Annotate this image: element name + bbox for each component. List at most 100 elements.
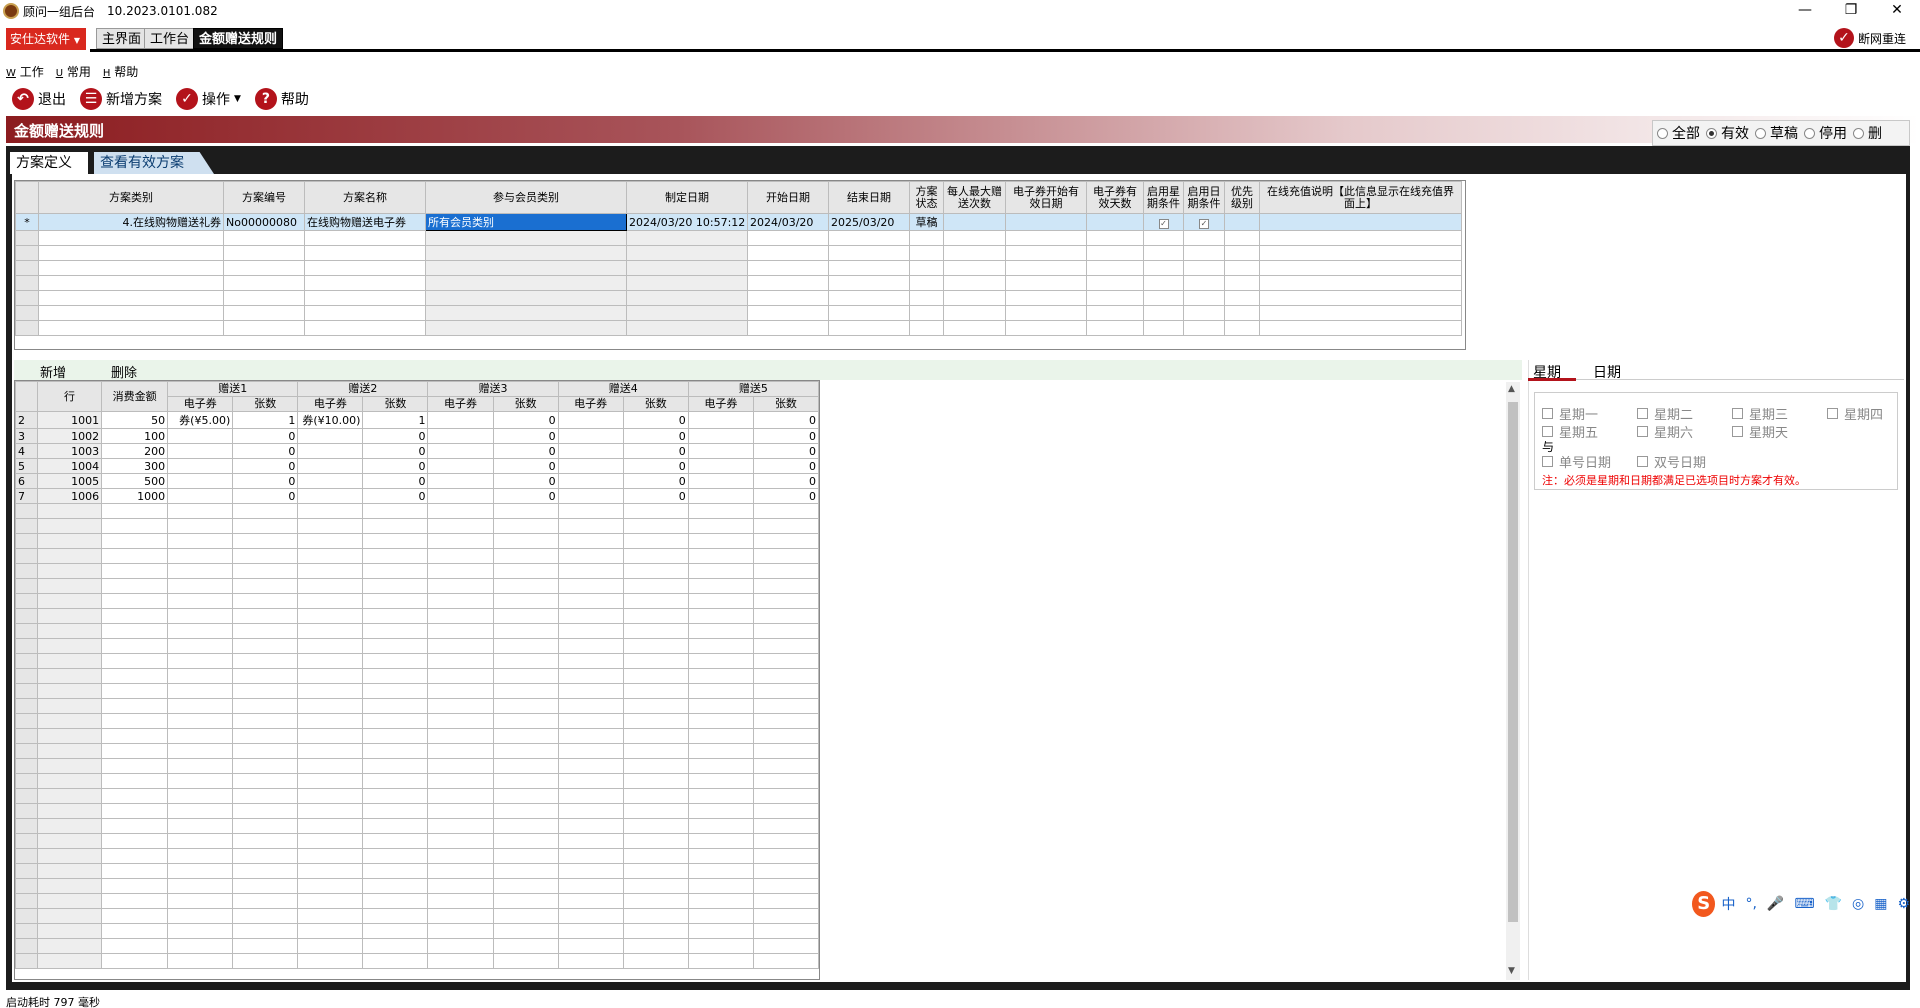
table-row[interactable]: 7 1006 1000 0 0 0 0 0 <box>15 488 819 504</box>
col-coupon[interactable]: 电子券 <box>427 396 494 412</box>
cell-priority[interactable] <box>1224 213 1260 231</box>
checkbox-sunday[interactable]: 星期天 <box>1732 422 1788 441</box>
filter-draft[interactable]: 草稿 <box>1755 123 1798 143</box>
menu-help[interactable]: H 帮助 <box>103 63 138 80</box>
col-end-date[interactable]: 结束日期 <box>828 181 910 214</box>
col-gift-5[interactable]: 赠送5 <box>687 381 819 397</box>
cell-coupon[interactable] <box>427 443 494 459</box>
table-row[interactable]: 4 1003 200 0 0 0 0 0 <box>15 443 819 459</box>
col-count[interactable]: 张数 <box>362 396 429 412</box>
cell-amount[interactable]: 1000 <box>101 488 169 504</box>
cell-count[interactable]: 0 <box>362 443 429 459</box>
skin-icon[interactable]: 👕 <box>1825 896 1842 912</box>
close-button[interactable]: ✕ <box>1874 0 1920 22</box>
cell-coupon[interactable] <box>687 458 754 474</box>
cell-count[interactable]: 0 <box>232 458 299 474</box>
cell-count[interactable]: 0 <box>492 411 559 429</box>
restore-button[interactable]: ❐ <box>1828 0 1874 22</box>
cell-count[interactable]: 0 <box>622 411 689 429</box>
row-index[interactable]: 5 <box>15 458 39 474</box>
col-code[interactable]: 方案编号 <box>223 181 305 214</box>
detail-add-button[interactable]: 新增 <box>40 362 66 381</box>
cell-count[interactable]: 0 <box>362 488 429 504</box>
checkbox-monday[interactable]: 星期一 <box>1542 404 1598 423</box>
cell-name[interactable]: 在线购物赠送电子券 <box>304 213 426 231</box>
table-row[interactable]: 6 1005 500 0 0 0 0 0 <box>15 473 819 489</box>
exit-button[interactable]: ↶ 退出 <box>12 88 66 110</box>
col-amount[interactable]: 消费金额 <box>101 381 169 412</box>
cell-coupon[interactable] <box>427 428 494 444</box>
cell-start-date[interactable]: 2024/03/20 <box>747 213 829 231</box>
cell-coupon[interactable] <box>167 443 234 459</box>
cell-count[interactable]: 0 <box>232 428 299 444</box>
cell-count[interactable]: 0 <box>492 473 559 489</box>
cell-coupon[interactable] <box>557 458 624 474</box>
col-coupon[interactable]: 电子券 <box>297 396 364 412</box>
cell-date-condition[interactable]: ✓ <box>1183 213 1225 231</box>
menu-common[interactable]: U 常用 <box>56 63 91 80</box>
new-plan-button[interactable]: ☰ 新增方案 <box>80 88 162 110</box>
cell-amount[interactable]: 50 <box>101 411 169 429</box>
cell-count[interactable]: 0 <box>752 411 819 429</box>
row-index[interactable]: 7 <box>15 488 39 504</box>
cell-coupon[interactable] <box>297 473 364 489</box>
cell-count[interactable]: 0 <box>622 488 689 504</box>
cell-row[interactable]: 1006 <box>37 488 103 504</box>
cell-count[interactable]: 1 <box>232 411 299 429</box>
checkbox-thursday[interactable]: 星期四 <box>1827 404 1883 423</box>
row-index[interactable]: 6 <box>15 473 39 489</box>
col-gift-4[interactable]: 赠送4 <box>557 381 689 397</box>
cell-count[interactable]: 0 <box>362 458 429 474</box>
checkbox-even-dates[interactable]: 双号日期 <box>1637 452 1706 471</box>
cell-coupon[interactable] <box>167 428 234 444</box>
cell-row[interactable]: 1001 <box>37 411 103 429</box>
cell-amount[interactable]: 300 <box>101 458 169 474</box>
col-max-times[interactable]: 每人最大赠送次数 <box>943 181 1006 214</box>
vertical-scrollbar[interactable]: ▲ ▼ <box>1506 382 1520 980</box>
cell-coupon[interactable] <box>687 428 754 444</box>
scroll-down-icon[interactable]: ▼ <box>1508 966 1515 976</box>
operate-button[interactable]: ✓ 操作 ▼ <box>176 88 241 110</box>
filter-valid[interactable]: 有效 <box>1706 123 1749 143</box>
keyboard-icon[interactable]: ⌨ <box>1794 896 1814 912</box>
table-row[interactable]: 3 1002 100 0 0 0 0 0 <box>15 428 819 444</box>
cell-coupon[interactable] <box>687 488 754 504</box>
cell-coupon[interactable] <box>167 473 234 489</box>
cell-end-date[interactable]: 2025/03/20 <box>828 213 910 231</box>
cell-coupon-start[interactable] <box>1005 213 1087 231</box>
checkbox-saturday[interactable]: 星期六 <box>1637 422 1693 441</box>
cell-count[interactable]: 0 <box>232 473 299 489</box>
col-start-date[interactable]: 开始日期 <box>747 181 829 214</box>
col-gift-1[interactable]: 赠送1 <box>167 381 299 397</box>
cell-row[interactable]: 1005 <box>37 473 103 489</box>
col-week-condition[interactable]: 启用星期条件 <box>1143 181 1184 214</box>
cell-online-note[interactable] <box>1259 213 1462 231</box>
cell-row[interactable]: 1004 <box>37 458 103 474</box>
cell-count[interactable]: 0 <box>492 428 559 444</box>
cell-count[interactable]: 0 <box>492 488 559 504</box>
ime-language[interactable]: 中 <box>1721 894 1735 914</box>
tab-main[interactable]: 主界面 <box>96 28 148 49</box>
menu-work[interactable]: W 工作 <box>6 63 44 80</box>
checkbox-wednesday[interactable]: 星期三 <box>1732 404 1788 423</box>
cell-category[interactable]: 4.在线购物赠送礼券 <box>38 213 224 231</box>
cell-coupon[interactable] <box>167 488 234 504</box>
cell-coupon[interactable] <box>687 473 754 489</box>
cell-coupon[interactable] <box>427 458 494 474</box>
table-row[interactable]: 5 1004 300 0 0 0 0 0 <box>15 458 819 474</box>
cell-count[interactable]: 0 <box>752 443 819 459</box>
cell-made-date[interactable]: 2024/03/20 10:57:12 <box>626 213 748 231</box>
cell-coupon[interactable] <box>427 488 494 504</box>
cell-count[interactable]: 0 <box>492 458 559 474</box>
detail-delete-button[interactable]: 删除 <box>111 362 137 381</box>
tab-workbench[interactable]: 工作台 <box>144 28 196 49</box>
col-made-date[interactable]: 制定日期 <box>626 181 748 214</box>
cell-coupon[interactable] <box>297 428 364 444</box>
col-coupon-days[interactable]: 电子券有效天数 <box>1086 181 1144 214</box>
toolbox-icon[interactable]: ▦ <box>1874 896 1887 912</box>
table-row[interactable]: * 4.在线购物赠送礼券 No00000080 在线购物赠送电子券 所有会员类别… <box>15 213 1462 231</box>
cell-count[interactable]: 0 <box>622 443 689 459</box>
col-count[interactable]: 张数 <box>622 396 689 412</box>
cell-coupon[interactable] <box>167 458 234 474</box>
cell-coupon[interactable] <box>557 443 624 459</box>
